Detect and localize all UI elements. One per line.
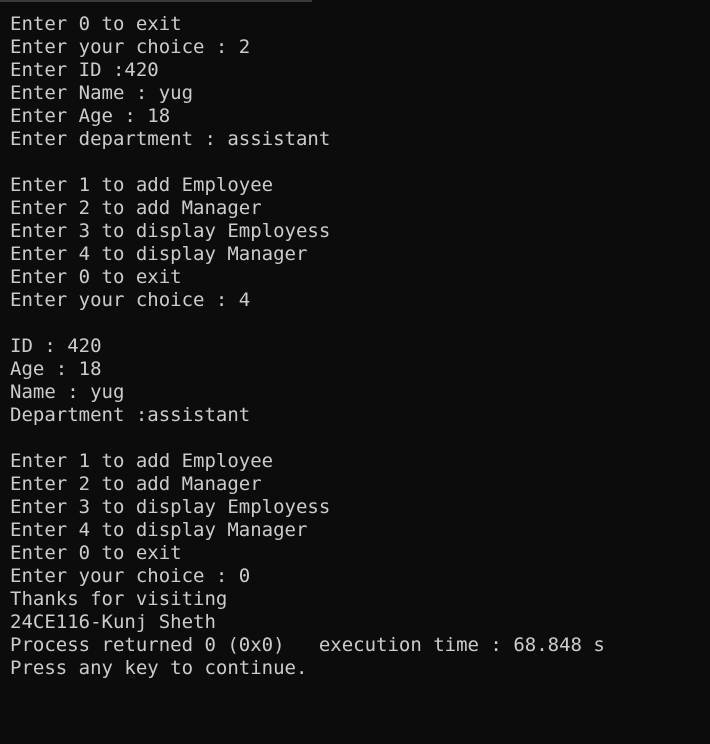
console-line: Enter 2 to add Manager	[10, 197, 262, 219]
console-line: Enter 3 to display Employess	[10, 496, 331, 518]
console-line: Process returned 0 (0x0) execution time …	[10, 634, 605, 656]
console-line: Enter ID :420	[10, 59, 159, 81]
console-line: Enter 4 to display Manager	[10, 519, 308, 541]
console-line: Enter 0 to exit	[10, 13, 182, 35]
console-line: Enter 2 to add Manager	[10, 473, 262, 495]
console-line: Enter 1 to add Employee	[10, 450, 274, 472]
console-line: Enter Name : yug	[10, 82, 194, 104]
console-line: ID : 420	[10, 335, 102, 357]
console-line: Enter 3 to display Employess	[10, 220, 331, 242]
console-output[interactable]: Enter 0 to exit Enter your choice : 2 En…	[10, 13, 710, 680]
console-line: Enter 1 to add Employee	[10, 174, 274, 196]
console-line: Enter your choice : 0	[10, 565, 251, 587]
console-line: 24CE116-Kunj Sheth	[10, 611, 216, 633]
console-line: Enter 4 to display Manager	[10, 243, 308, 265]
console-line: Press any key to continue.	[10, 657, 308, 679]
console-line: Thanks for visiting	[10, 588, 228, 610]
console-line: Enter your choice : 4	[10, 289, 251, 311]
console-line: Enter 0 to exit	[10, 542, 182, 564]
console-line: Enter your choice : 2	[10, 36, 251, 58]
console-line: Age : 18	[10, 358, 102, 380]
window-top-edge	[0, 0, 312, 2]
console-line: Enter department : assistant	[10, 128, 331, 150]
console-line: Enter 0 to exit	[10, 266, 182, 288]
console-line: Department :assistant	[10, 404, 251, 426]
console-line: Name : yug	[10, 381, 125, 403]
console-line: Enter Age : 18	[10, 105, 171, 127]
